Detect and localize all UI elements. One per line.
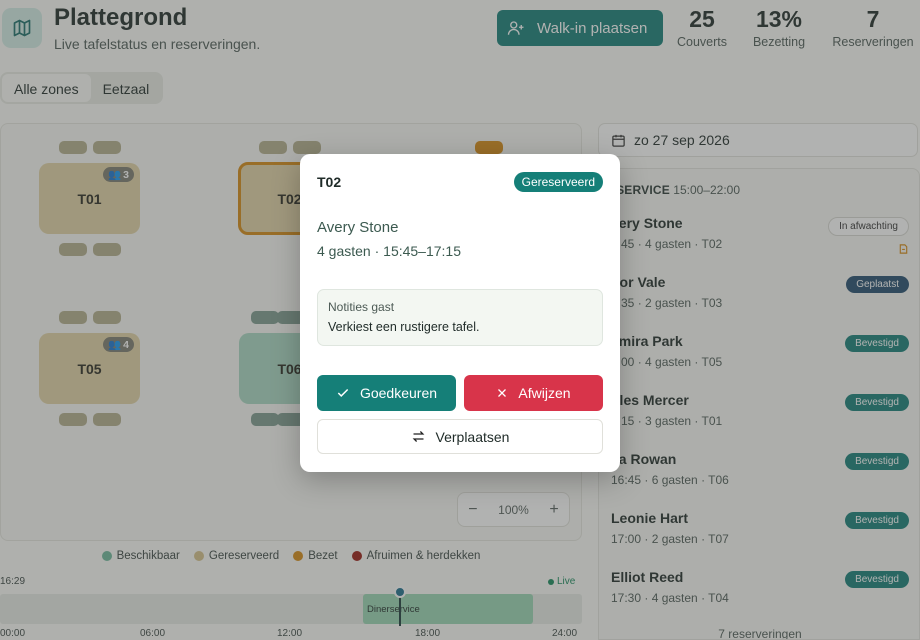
dialog-table: T02 — [317, 174, 342, 190]
check-icon — [337, 388, 349, 397]
swap-icon — [412, 431, 424, 442]
reservation-dialog: T02 Gereserveerd Avery Stone 4 gasten · … — [300, 154, 620, 472]
status-badge: Gereserveerd — [513, 172, 603, 192]
move-button[interactable]: Verplaatsen — [317, 419, 603, 454]
close-icon — [498, 389, 507, 397]
guest-meta: 4 gasten · 15:45–17:15 — [317, 243, 462, 259]
notes-label: Notities gast — [328, 300, 395, 314]
notes-text: Verkiest een rustigere tafel. — [328, 320, 480, 334]
reject-button[interactable]: Afwijzen — [464, 375, 603, 411]
approve-button[interactable]: Goedkeuren — [317, 375, 456, 411]
guest-notes: Notities gast Verkiest een rustigere taf… — [317, 289, 603, 346]
guest-name: Avery Stone — [317, 219, 399, 236]
